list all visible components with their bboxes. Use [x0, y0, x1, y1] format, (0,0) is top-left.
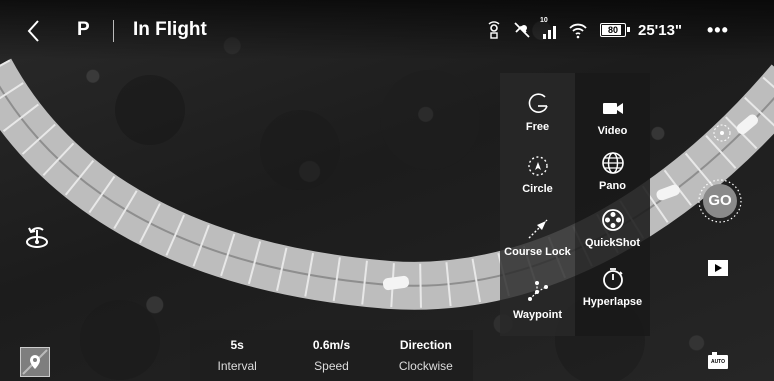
param-value: 5s	[230, 338, 244, 352]
mode-course-lock[interactable]: Course Lock	[500, 216, 575, 258]
video-camera-icon	[602, 103, 623, 114]
page-title: In Flight	[133, 19, 207, 40]
flight-time: 25'13"	[638, 21, 683, 39]
wifi-icon	[569, 23, 587, 39]
battery-nub	[627, 27, 630, 32]
signal-indicator: 10	[540, 17, 560, 40]
mode-parameters-panel: 5s Interval 0.6m/s Speed Direction Clock…	[190, 330, 473, 381]
param-direction[interactable]: Direction Clockwise	[379, 330, 473, 381]
go-label: GO	[708, 192, 732, 209]
mode-label: Hyperlapse	[582, 296, 643, 308]
go-button[interactable]: GO	[697, 178, 743, 224]
battery-indicator: 80	[600, 23, 630, 37]
globe-icon	[601, 152, 624, 174]
return-home-icon	[26, 227, 48, 248]
mode-label: QuickShot	[584, 237, 640, 249]
remote-controller-icon	[488, 21, 500, 39]
param-value: 0.6m/s	[312, 338, 351, 352]
mode-pano[interactable]: Pano	[575, 150, 650, 192]
auto-mode-button[interactable]: AUTO	[707, 352, 729, 370]
battery-percent: 80	[607, 25, 618, 35]
gps-off-icon	[514, 22, 530, 38]
map-pin-icon	[22, 349, 48, 375]
mode-waypoint[interactable]: Waypoint	[500, 279, 575, 321]
chevron-left-icon	[27, 20, 39, 42]
play-icon	[708, 260, 728, 276]
status-icons: 10 80 25'13"	[484, 17, 683, 40]
mode-label: Pano	[599, 180, 626, 192]
film-reel-icon	[601, 209, 624, 231]
divider	[113, 20, 114, 42]
back-button[interactable]	[24, 18, 44, 44]
top-status-bar: P In Flight 10 80 25'13" •••	[0, 0, 774, 60]
flight-mode-indicator: P	[77, 19, 90, 40]
playback-button[interactable]	[707, 259, 729, 277]
param-name: Interval	[217, 359, 257, 373]
mode-quickshot[interactable]: QuickShot	[575, 207, 650, 249]
mode-video[interactable]: Video	[575, 95, 650, 137]
param-name: Clockwise	[398, 359, 453, 373]
timer-icon	[602, 268, 623, 290]
mode-label: Free	[525, 121, 550, 133]
free-mode-icon	[528, 93, 548, 113]
mode-label: Course Lock	[504, 246, 571, 258]
shooting-mode-menu: Free Circle Course Lock Waypoint Video P…	[500, 73, 650, 336]
param-interval[interactable]: 5s Interval	[190, 330, 284, 381]
mode-free[interactable]: Free	[500, 91, 575, 133]
return-home-button[interactable]	[20, 222, 54, 252]
param-speed[interactable]: 0.6m/s Speed	[284, 330, 378, 381]
mode-label: Waypoint	[512, 309, 563, 321]
waypoint-icon	[527, 281, 548, 301]
mode-hyperlapse[interactable]: Hyperlapse	[575, 266, 650, 308]
signal-superscript: 10	[540, 17, 548, 24]
course-lock-icon	[528, 219, 547, 239]
mode-label: Circle	[522, 183, 553, 195]
map-button[interactable]	[20, 347, 50, 377]
mode-circle[interactable]: Circle	[500, 153, 575, 195]
param-name: Speed	[314, 359, 349, 373]
circle-mode-icon	[527, 156, 548, 176]
more-options-button[interactable]: •••	[707, 20, 729, 41]
mode-label: Video	[597, 125, 628, 137]
auto-label: AUTO	[710, 359, 726, 365]
param-value: Direction	[399, 338, 452, 352]
